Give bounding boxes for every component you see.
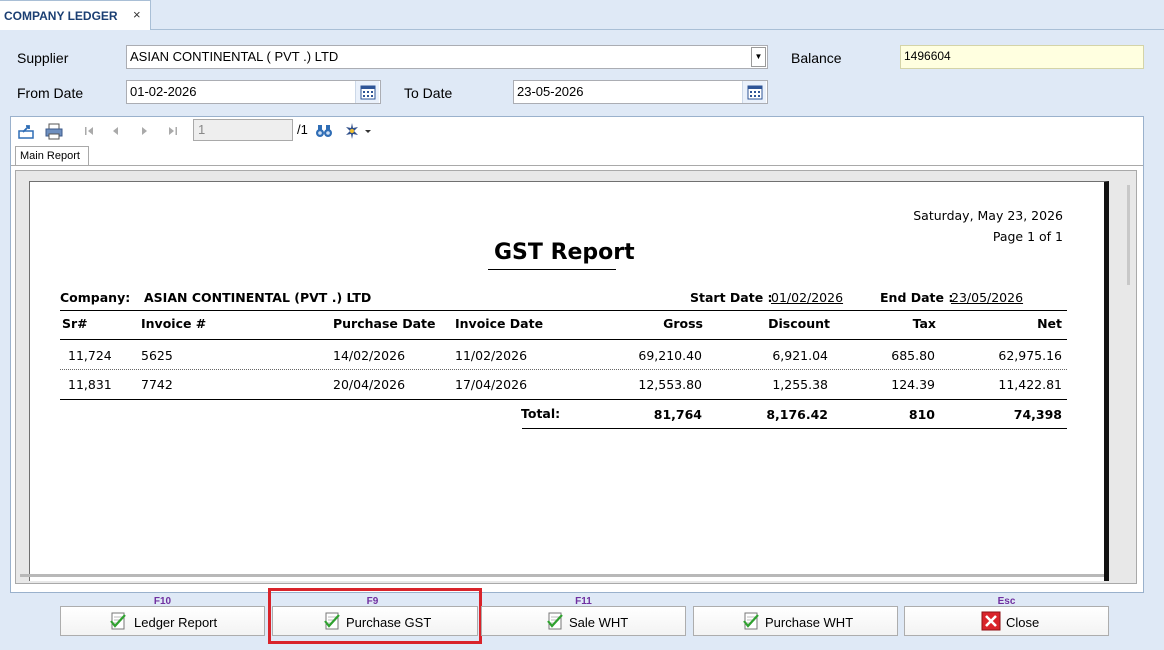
close-x-icon (981, 611, 1001, 631)
total-net: 74,398 (1013, 407, 1062, 422)
company-label: Company: (60, 290, 131, 305)
binoculars-icon[interactable] (315, 122, 333, 140)
cell: 62,975.16 (998, 348, 1062, 363)
rows-end-rule (60, 399, 1067, 400)
close-icon[interactable]: × (133, 7, 141, 22)
column-header: Invoice Date (455, 316, 544, 331)
tab-strip: COMPANY LEDGER × (0, 0, 1164, 30)
report-page: Saturday, May 23, 2026 Page 1 of 1 GST R… (29, 181, 1109, 581)
cell: 685.80 (891, 348, 935, 363)
page-number-input[interactable]: 1 (193, 119, 293, 141)
cell: 14/02/2026 (333, 348, 406, 363)
calendar-icon[interactable] (742, 81, 766, 103)
column-header: Tax (912, 316, 936, 331)
page-total: /1 (297, 122, 308, 137)
button-label: Ledger Report (134, 615, 218, 630)
print-icon[interactable] (45, 122, 63, 140)
chevron-down-icon[interactable] (363, 122, 373, 140)
end-date-label: End Date : (880, 290, 954, 305)
selection-highlight (268, 588, 482, 644)
cell: 11,422.81 (998, 377, 1062, 392)
column-header: Purchase Date (333, 316, 436, 331)
calendar-icon[interactable] (355, 81, 379, 103)
zoom-icon[interactable] (343, 122, 361, 140)
report-date: Saturday, May 23, 2026 (913, 208, 1063, 223)
balance-field: 1496604 (900, 45, 1144, 69)
tab-main-report[interactable]: Main Report (15, 146, 89, 166)
header-rule (60, 310, 1067, 311)
cell: 69,210.40 (638, 348, 702, 363)
button-label: Close (1006, 615, 1040, 630)
ledger-report-button[interactable]: Ledger Report (60, 606, 265, 636)
tab-company-ledger[interactable]: COMPANY LEDGER × (0, 0, 151, 30)
cell: 7742 (141, 377, 173, 392)
button-label: Purchase WHT (765, 615, 854, 630)
to-date-field[interactable]: 23-05-2026 (513, 80, 768, 104)
column-header: Net (1037, 316, 1062, 331)
export-icon[interactable] (17, 122, 35, 140)
column-rule (60, 339, 1067, 340)
to-date-value: 23-05-2026 (517, 84, 584, 99)
end-date-value: 23/05/2026 (951, 290, 1024, 305)
totals-rule (522, 428, 1067, 429)
cell: 11,831 (68, 377, 112, 392)
vertical-scrollbar[interactable] (1124, 175, 1134, 571)
tab-title: COMPANY LEDGER (4, 9, 118, 23)
cell: 5625 (141, 348, 173, 363)
balance-value: 1496604 (904, 49, 951, 63)
start-date-label: Start Date : (690, 290, 773, 305)
sale-wht-button[interactable]: Sale WHT (481, 606, 686, 636)
balance-label: Balance (791, 50, 842, 66)
total-tax: 810 (908, 407, 935, 422)
last-page-icon[interactable] (163, 122, 181, 140)
scroll-thumb[interactable] (1127, 185, 1130, 285)
cell: 20/04/2026 (333, 377, 406, 392)
from-date-value: 01-02-2026 (130, 84, 197, 99)
from-date-field[interactable]: 01-02-2026 (126, 80, 381, 104)
horizontal-scrollbar[interactable] (20, 574, 1104, 577)
supplier-select[interactable]: ASIAN CONTINENTAL ( PVT .) LTD (126, 45, 768, 69)
report-viewer: 1 /1 Main Report Saturday, May 23, 2026 … (10, 116, 1144, 593)
column-header: Gross (663, 316, 703, 331)
total-gross: 81,764 (653, 407, 702, 422)
cell: 6,921.04 (772, 348, 828, 363)
report-frame: Saturday, May 23, 2026 Page 1 of 1 GST R… (15, 170, 1137, 584)
supplier-value: ASIAN CONTINENTAL ( PVT .) LTD (130, 49, 339, 64)
start-date-value: 01/02/2026 (771, 290, 844, 305)
purchase-wht-button[interactable]: Purchase WHT (693, 606, 898, 636)
first-page-icon[interactable] (81, 122, 99, 140)
row-separator (60, 369, 1067, 370)
cell: 12,553.80 (638, 377, 702, 392)
prev-page-icon[interactable] (107, 122, 125, 140)
cell: 124.39 (891, 377, 935, 392)
column-header: Sr# (62, 316, 88, 331)
title-underline (488, 269, 616, 270)
from-date-label: From Date (17, 85, 84, 101)
cell: 11,724 (68, 348, 112, 363)
column-header: Invoice # (141, 316, 207, 331)
chevron-down-icon[interactable]: ▼ (751, 47, 766, 67)
column-header: Discount (768, 316, 830, 331)
cell: 17/04/2026 (455, 377, 528, 392)
report-page-number: Page 1 of 1 (992, 229, 1063, 244)
button-label: Sale WHT (569, 615, 629, 630)
next-page-icon[interactable] (135, 122, 153, 140)
total-label: Total: (521, 406, 561, 421)
viewer-toolbar: 1 /1 (11, 117, 1143, 144)
to-date-label: To Date (404, 85, 453, 101)
check-document-icon (743, 612, 759, 630)
cell: 11/02/2026 (455, 348, 528, 363)
cell: 1,255.38 (772, 377, 828, 392)
tab-divider (11, 165, 1143, 166)
supplier-label: Supplier (17, 50, 69, 66)
check-document-icon (110, 612, 126, 630)
close-button[interactable]: Close (904, 606, 1109, 636)
total-discount: 8,176.42 (766, 407, 828, 422)
report-title: GST Report (494, 240, 635, 265)
check-document-icon (547, 612, 563, 630)
company-value: ASIAN CONTINENTAL (PVT .) LTD (144, 290, 372, 305)
